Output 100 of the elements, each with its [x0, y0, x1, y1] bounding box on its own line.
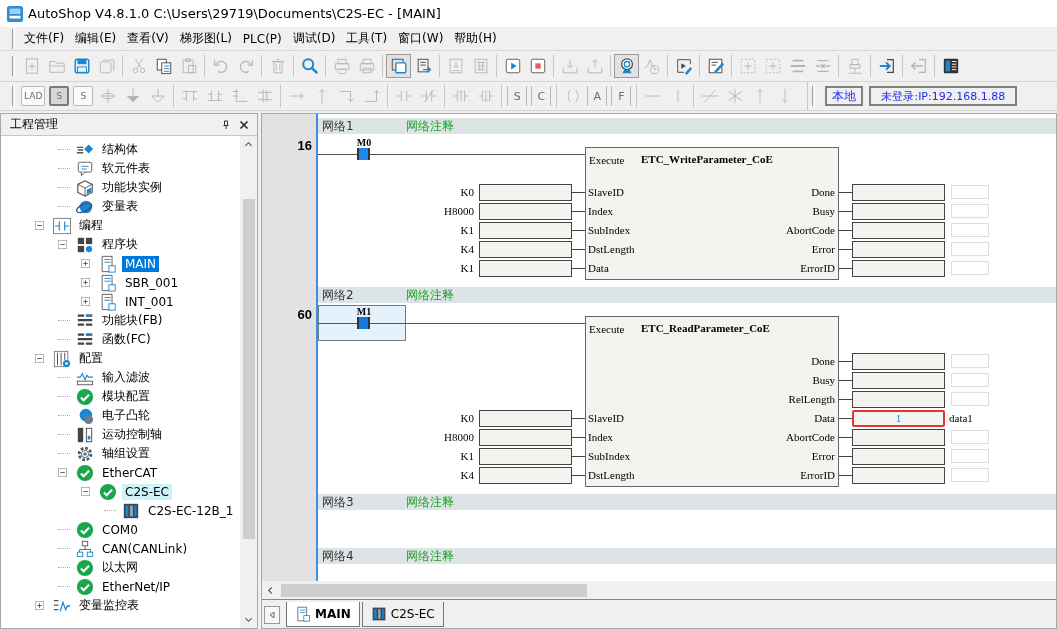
- output-field[interactable]: [852, 429, 945, 446]
- collapse-toggle[interactable]: [81, 487, 90, 496]
- mode-button[interactable]: 本地: [825, 86, 864, 106]
- expand-toggle[interactable]: [35, 601, 44, 610]
- menu-item[interactable]: 文件(F): [19, 28, 70, 49]
- scrollbar-thumb[interactable]: [242, 199, 255, 539]
- device-icon: [122, 501, 140, 520]
- menu-item[interactable]: 帮助(H): [449, 28, 502, 49]
- window-title: AutoShop V4.8.1.0 C:\Users\29719\Documents\C2S-EC - [MAIN]: [28, 6, 441, 21]
- tree-item[interactable]: 轴组设置: [99, 444, 153, 463]
- collapse-toggle[interactable]: [58, 240, 67, 249]
- pin-label: Error: [810, 242, 835, 257]
- tree-item[interactable]: 软元件表: [99, 159, 153, 178]
- message-box-icon: [76, 159, 94, 178]
- sliders-gear-icon: [53, 349, 71, 368]
- pin-wire: [839, 249, 852, 250]
- comment-field: [951, 373, 989, 387]
- collapse-toggle[interactable]: [35, 221, 44, 230]
- tree-item[interactable]: 结构体: [99, 140, 141, 159]
- tree-item[interactable]: EtherNet/IP: [99, 578, 174, 595]
- editor-tab[interactable]: MAIN: [286, 602, 360, 627]
- tree-item[interactable]: MAIN: [122, 255, 160, 272]
- close-icon[interactable]: [239, 119, 249, 130]
- scrollbar-thumb[interactable]: [281, 583, 587, 597]
- tree-item[interactable]: 功能块(FB): [99, 311, 166, 330]
- tree-item[interactable]: COM0: [99, 521, 141, 538]
- collapse-toggle[interactable]: [58, 468, 67, 477]
- tree-item[interactable]: 输入滤波: [99, 368, 153, 387]
- tree-item[interactable]: 运动控制轴: [99, 425, 165, 444]
- enable-pin-label: Execute: [589, 153, 625, 168]
- output-field[interactable]: [852, 448, 945, 465]
- scroll-down-icon[interactable]: [244, 615, 253, 624]
- tree-item[interactable]: EtherCAT: [99, 464, 161, 481]
- left-triangle-icon[interactable]: [268, 611, 276, 619]
- tree-item[interactable]: 程序块: [99, 235, 141, 254]
- output-field[interactable]: 1: [852, 410, 945, 427]
- expand-toggle[interactable]: [81, 297, 90, 306]
- tree-item[interactable]: 以太网: [99, 558, 141, 577]
- expand-toggle[interactable]: [81, 259, 90, 268]
- tree-item[interactable]: 电子凸轮: [99, 406, 153, 425]
- document-icon: [295, 606, 311, 622]
- scroll-left-icon[interactable]: [266, 585, 275, 595]
- output-field[interactable]: [852, 203, 945, 220]
- menu-item[interactable]: 查看(V): [122, 28, 174, 49]
- pin-icon[interactable]: [221, 119, 231, 130]
- menu-item[interactable]: 梯形图(L): [174, 28, 237, 49]
- collapse-toggle[interactable]: [35, 354, 44, 363]
- pin-wire: [572, 249, 585, 250]
- output-field[interactable]: [852, 260, 945, 277]
- tree-item[interactable]: 模块配置: [99, 387, 153, 406]
- input-field[interactable]: [479, 241, 572, 258]
- tree-item[interactable]: SBR_001: [122, 274, 182, 291]
- input-field[interactable]: [479, 184, 572, 201]
- scroll-up-icon[interactable]: [244, 140, 253, 149]
- tree-item[interactable]: INT_001: [122, 293, 177, 310]
- pin-wire: [572, 211, 585, 212]
- operand-label: K4: [459, 468, 474, 483]
- output-field[interactable]: [852, 391, 945, 408]
- output-field[interactable]: [852, 372, 945, 389]
- tree-item[interactable]: 变量监控表: [76, 596, 142, 615]
- tab-scroll-button[interactable]: [264, 606, 280, 624]
- tree-item[interactable]: 函数(FC): [99, 330, 154, 349]
- input-field[interactable]: [479, 467, 572, 484]
- output-field[interactable]: [852, 222, 945, 239]
- output-field[interactable]: [852, 241, 945, 258]
- pin-label: ErrorID: [799, 261, 835, 276]
- block-name: ETC_WriteParameter_CoE: [641, 152, 773, 167]
- input-field[interactable]: [479, 429, 572, 446]
- tab-label: C2S-EC: [390, 607, 435, 621]
- editor-tab[interactable]: C2S-EC: [361, 602, 444, 627]
- contact-label: M0: [355, 137, 373, 148]
- pin-label: Busy: [811, 373, 835, 388]
- tree-item[interactable]: 变量表: [99, 197, 141, 216]
- output-field[interactable]: [852, 467, 945, 484]
- webcam-icon[interactable]: [614, 54, 639, 78]
- block-name: ETC_ReadParameter_CoE: [641, 321, 770, 336]
- input-field[interactable]: [479, 410, 572, 427]
- menu-item[interactable]: PLC(P): [237, 29, 287, 48]
- tree-item[interactable]: 功能块实例: [99, 178, 165, 197]
- windows-icon[interactable]: [386, 54, 411, 78]
- pin-label: AbortCode: [785, 430, 835, 445]
- tree-item[interactable]: C2S-EC: [122, 483, 172, 500]
- menu-item[interactable]: 窗口(W): [393, 28, 449, 49]
- tree-item[interactable]: 编程: [76, 216, 106, 235]
- input-field[interactable]: [479, 222, 572, 239]
- tree-item[interactable]: C2S-EC-12B_1: [145, 502, 237, 519]
- expand-toggle[interactable]: [81, 278, 90, 287]
- output-field[interactable]: [852, 353, 945, 370]
- input-field[interactable]: [479, 260, 572, 277]
- menu-item[interactable]: 编辑(E): [70, 28, 122, 49]
- output-field[interactable]: [852, 184, 945, 201]
- menu-item[interactable]: 工具(T): [341, 28, 393, 49]
- input-field[interactable]: [479, 203, 572, 220]
- login-status-button[interactable]: 未登录:IP:192.168.1.88: [869, 86, 1018, 106]
- input-field[interactable]: [479, 448, 572, 465]
- tree-item[interactable]: 配置: [76, 349, 106, 368]
- comment-field: [951, 185, 989, 199]
- menu-item[interactable]: 调试(D): [287, 28, 341, 49]
- pin-wire: [839, 230, 852, 231]
- tree-item[interactable]: CAN(CANLink): [99, 540, 191, 557]
